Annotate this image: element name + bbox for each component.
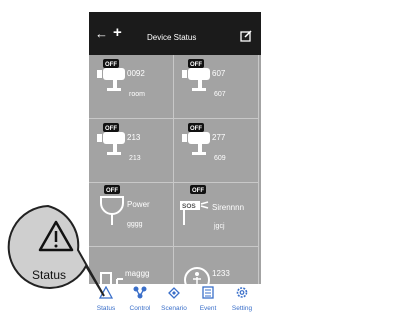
scenario-icon xyxy=(168,287,180,299)
off-badge: OFF xyxy=(106,188,118,194)
tab-status[interactable]: Status xyxy=(89,284,123,312)
device-room: 607 xyxy=(214,91,226,98)
device-name: Power xyxy=(127,200,150,209)
device-name: Sirennnn xyxy=(212,203,245,212)
off-badge: OFF xyxy=(192,188,204,194)
callout-label: Status xyxy=(32,268,67,282)
device-tile[interactable]: OFF 277 609 xyxy=(174,119,259,183)
alert-triangle-icon xyxy=(99,286,113,299)
off-badge: OFF xyxy=(190,126,202,132)
back-arrow-icon[interactable]: ← xyxy=(95,27,108,41)
tab-control[interactable]: Control xyxy=(123,284,157,312)
device-room: 609 xyxy=(214,155,226,162)
top-bar: ← + Device Status xyxy=(89,12,261,55)
device-room: room xyxy=(129,91,145,98)
camera-icon: OFF xyxy=(182,59,210,91)
tab-setting[interactable]: Setting xyxy=(225,284,259,312)
device-name: 607 xyxy=(212,69,226,78)
device-name: 277 xyxy=(212,133,226,142)
device-tile[interactable]: OFF Power gggg xyxy=(89,183,174,247)
device-name: maggg xyxy=(125,269,150,278)
tab-scenario[interactable]: Scenario xyxy=(157,284,191,312)
tab-event[interactable]: Event xyxy=(191,284,225,312)
warning-icon xyxy=(38,220,74,252)
siren-icon: OFF SOS xyxy=(180,185,209,225)
device-tile[interactable]: OFF 0092 room xyxy=(89,55,174,119)
device-tile[interactable]: OFF 213 213 xyxy=(89,119,174,183)
sos-badge: SOS xyxy=(182,203,196,210)
edit-icon[interactable] xyxy=(240,30,252,42)
camera-icon: OFF xyxy=(97,59,125,91)
off-badge: OFF xyxy=(105,126,117,132)
device-room: 213 xyxy=(129,155,141,162)
tab-label: Status xyxy=(96,305,116,312)
device-room: jgcj xyxy=(214,223,225,230)
tab-label: Control xyxy=(129,305,151,312)
event-list-icon xyxy=(202,286,214,299)
off-badge: OFF xyxy=(105,62,117,68)
device-name: 1233 xyxy=(212,269,230,278)
tab-label: Scenario xyxy=(161,305,187,312)
tab-bar: Status Control Scenario Event Setting xyxy=(89,284,261,312)
add-icon[interactable]: + xyxy=(113,25,122,41)
tab-label: Event xyxy=(199,305,217,312)
control-nodes-icon xyxy=(133,286,147,299)
phone-screen: ← + Device Status OFF 0092 room OFF 607 … xyxy=(89,12,261,312)
device-tile[interactable]: OFF SOS Sirennnn jgcj xyxy=(174,183,259,247)
tab-label: Setting xyxy=(231,305,253,312)
device-name: 0092 xyxy=(127,69,145,78)
camera-icon: OFF xyxy=(182,123,210,155)
device-room: gggg xyxy=(127,221,143,228)
device-grid: OFF 0092 room OFF 607 607 OFF 213 213 OF… xyxy=(89,55,261,312)
device-name: 213 xyxy=(127,133,141,142)
device-tile[interactable]: OFF 607 607 xyxy=(174,55,259,119)
off-badge: OFF xyxy=(190,62,202,68)
camera-icon: OFF xyxy=(97,123,125,155)
gear-icon xyxy=(236,287,248,298)
page-title: Device Status xyxy=(147,33,197,42)
power-plug-icon: OFF xyxy=(100,185,124,225)
